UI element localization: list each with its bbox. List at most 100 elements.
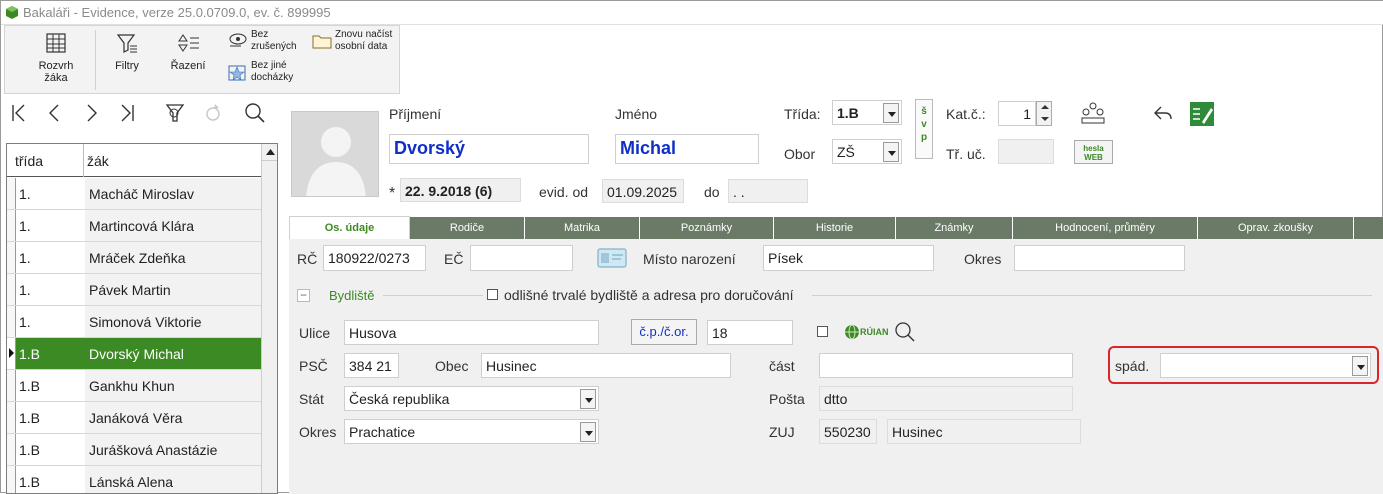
stat-select[interactable]: Česká republika (344, 386, 599, 411)
adresa-checkbox[interactable] (817, 326, 828, 337)
misto-narozeni-field[interactable]: Písek (763, 245, 934, 271)
stat-label: Stát (299, 391, 324, 407)
chevron-down-icon[interactable] (1352, 356, 1368, 376)
rozvrh-label-line1: Rozvrh (38, 60, 74, 72)
bez-jine-dochazky-button[interactable]: Bez jiné docházky (225, 58, 305, 86)
tab-oprav-zkousky[interactable]: Oprav. zkoušky (1198, 217, 1354, 239)
hesla-web-button[interactable]: hesla WEB (1074, 140, 1113, 164)
star-calendar-icon (228, 65, 246, 81)
razeni-button[interactable]: Řazení (165, 32, 211, 72)
cp-cor-button[interactable]: č.p./č.or. (631, 319, 697, 345)
spad-select[interactable] (1160, 353, 1371, 378)
row-trida: 1.B (19, 378, 41, 394)
trida-select[interactable]: 1.B (832, 100, 902, 125)
table-row[interactable]: 1.B Gankhu Khun (7, 370, 261, 402)
obor-select[interactable]: ZŠ (832, 139, 902, 164)
student-photo[interactable] (291, 111, 379, 197)
table-row[interactable]: 1. Macháč Miroslav (7, 178, 261, 210)
scroll-up-button[interactable] (262, 144, 277, 161)
edit-form-icon[interactable] (1189, 101, 1215, 127)
row-zak: Martincová Klára (85, 210, 261, 241)
chevron-down-icon[interactable] (580, 389, 596, 409)
globe-icon (845, 324, 859, 340)
column-header-zak[interactable]: žák (87, 153, 109, 169)
cislo-popisne-field[interactable]: 18 (707, 320, 793, 345)
row-zak: Jurášková Anastázie (85, 434, 261, 465)
obec-field[interactable]: Husinec (481, 353, 731, 378)
ruian-button[interactable]: RÚIAN (844, 323, 889, 343)
posta-field[interactable]: dtto (819, 386, 1073, 411)
bez-zrusenych-button[interactable]: Bez zrušených (225, 28, 305, 54)
datum-narozeni-field[interactable]: 22. 9.2018 (6) (400, 178, 521, 202)
zuj-code-field[interactable]: 550230 (819, 419, 877, 444)
table-row[interactable]: 1.B Lánská Alena (7, 466, 261, 493)
previous-record-icon[interactable] (43, 101, 67, 125)
ruian-label: RÚIAN (860, 327, 889, 337)
table-row[interactable]: 1. Martincová Klára (7, 210, 261, 242)
table-row[interactable]: 1.B Janáková Věra (7, 402, 261, 434)
list-scrollbar[interactable] (261, 144, 277, 493)
jmeno-field[interactable]: Michal (615, 134, 759, 164)
column-header-trida[interactable]: třída (15, 153, 43, 169)
filter-selected-icon[interactable] (163, 101, 187, 125)
next-record-icon[interactable] (79, 101, 103, 125)
search-icon[interactable] (243, 101, 267, 125)
table-row[interactable]: 1. Simonová Viktorie (7, 306, 261, 338)
id-card-icon[interactable] (597, 248, 627, 268)
jmeno-label: Jméno (615, 106, 658, 122)
row-trida: 1. (19, 250, 31, 266)
zuj-name-field[interactable]: Husinec (887, 419, 1081, 444)
rc-field[interactable]: 180922/0273 (323, 245, 426, 271)
cast-field[interactable] (819, 353, 1073, 378)
evid-od-field[interactable]: 01.09.2025 (602, 179, 684, 203)
filter-icon (116, 34, 137, 53)
section-divider (383, 295, 483, 296)
kat-spinner[interactable] (1036, 101, 1052, 126)
ulice-field[interactable]: Husova (344, 320, 599, 345)
chevron-down-icon[interactable] (883, 103, 899, 123)
first-record-icon[interactable] (7, 101, 31, 125)
table-row[interactable]: 1.B Jurášková Anastázie (7, 434, 261, 466)
psc-field[interactable]: 384 21 (344, 353, 399, 378)
group-people-icon[interactable] (1079, 101, 1107, 127)
ec-label: EČ (444, 251, 464, 267)
tab-znamky[interactable]: Známky (896, 217, 1013, 239)
chevron-down-icon[interactable] (883, 142, 899, 162)
last-record-icon[interactable] (115, 101, 139, 125)
svp-button[interactable]: š v p (915, 99, 933, 159)
evid-do-field[interactable]: . . (728, 179, 808, 203)
tab-rodice[interactable]: Rodiče (410, 217, 525, 239)
row-zak: Lánská Alena (85, 466, 261, 493)
okres-narozeni-label: Okres (964, 251, 1002, 267)
ec-field[interactable] (470, 245, 573, 271)
tab-matrika[interactable]: Matrika (525, 217, 640, 239)
rozvrh-zaka-button[interactable]: Rozvrh žáka (33, 32, 79, 84)
odlisne-bydliste-checkbox[interactable] (487, 289, 498, 300)
table-row[interactable]: 1.B Dvorský Michal (7, 338, 261, 370)
znovu-nacist-button[interactable]: Znovu načíst osobní data (309, 28, 399, 56)
student-list[interactable]: třída žák 1. Macháč Miroslav 1. Martincová … (6, 143, 278, 494)
kat-field[interactable]: 1 (998, 101, 1036, 126)
table-row[interactable]: 1. Mráček Zdeňka (7, 242, 261, 274)
tab-historie[interactable]: Historie (774, 217, 896, 239)
collapse-bydliste-button[interactable]: − (297, 289, 310, 302)
tab-os-udaje[interactable]: Os. údaje (289, 216, 410, 240)
evid-do-label: do (704, 184, 720, 200)
tab-poznamky[interactable]: Poznámky (640, 217, 774, 239)
row-trida: 1.B (19, 474, 41, 490)
tab-hodnoceni[interactable]: Hodnocení, průměry (1013, 217, 1198, 239)
magnifier-icon[interactable] (894, 321, 916, 343)
okres-select[interactable]: Prachatice (344, 419, 599, 444)
okres-narozeni-field[interactable] (1014, 245, 1185, 271)
prijmeni-field[interactable]: Dvorský (389, 134, 589, 164)
tab-overflow[interactable] (1354, 217, 1383, 239)
row-zak: Mráček Zdeňka (85, 242, 261, 273)
tr-uc-field[interactable] (998, 139, 1054, 164)
undo-arrow-icon[interactable] (1151, 101, 1175, 125)
misto-narozeni-label: Místo narození (643, 251, 736, 267)
table-row[interactable]: 1. Pávek Martin (7, 274, 261, 306)
filtry-button[interactable]: Filtry (105, 32, 149, 72)
calendar-grid-icon (46, 33, 66, 53)
chevron-down-icon[interactable] (580, 422, 596, 442)
hesla-label-line1: hesla (1083, 144, 1104, 153)
